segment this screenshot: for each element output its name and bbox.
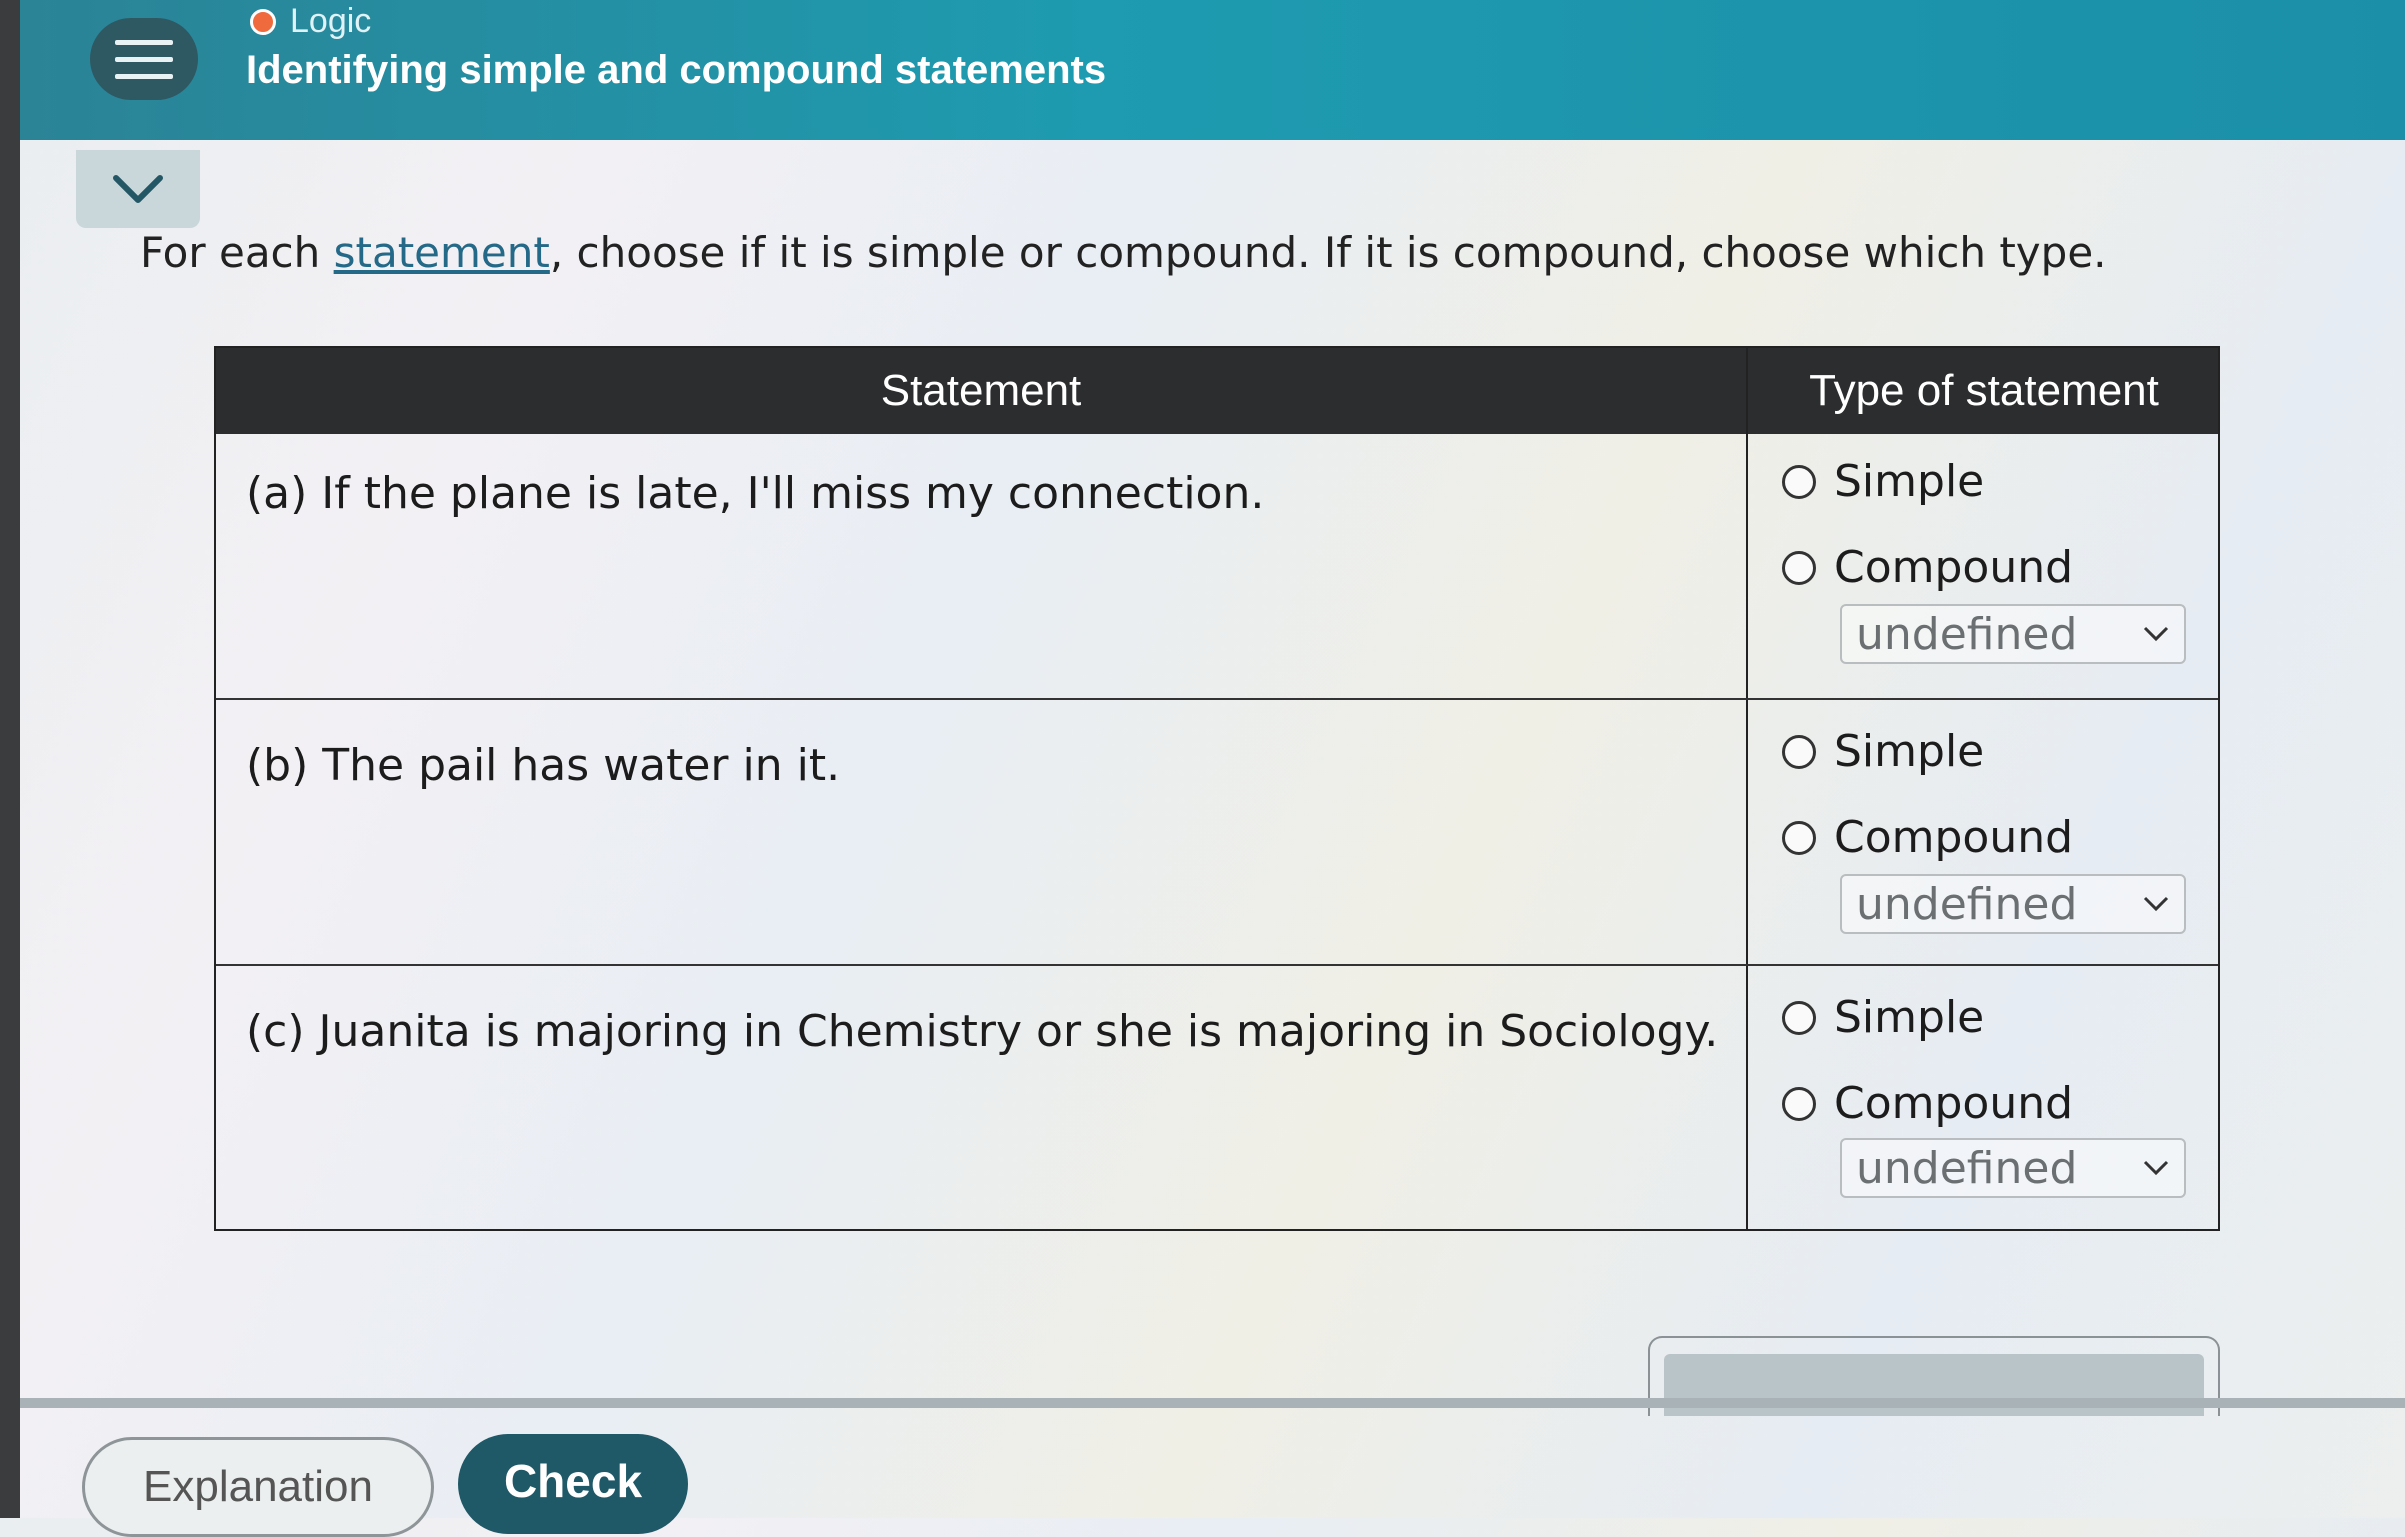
chevron-down-icon <box>2143 896 2169 912</box>
radio-simple-a[interactable] <box>1782 464 1816 499</box>
topic-row: Logic <box>250 2 371 41</box>
topic-label: Logic <box>290 2 372 40</box>
footer-divider <box>20 1398 2405 1408</box>
screen-bezel <box>0 0 20 1518</box>
radio-compound-b[interactable] <box>1782 820 1816 855</box>
instruction-text: For each statement, choose if it is simp… <box>140 228 2107 277</box>
table-row: (b) The pail has water in it. Simple Com… <box>216 700 2218 966</box>
option-compound-b[interactable]: Compound <box>1782 812 2073 863</box>
radio-simple-b[interactable] <box>1782 734 1816 769</box>
topic-status-icon <box>250 8 276 35</box>
statement-c: (c) Juanita is majoring in Chemistry or … <box>246 1006 1719 1057</box>
statement-a: (a) If the plane is late, I'll miss my c… <box>246 468 1265 519</box>
top-header: Logic Identifying simple and compound st… <box>20 0 2405 140</box>
compound-type-select-a[interactable]: undefined <box>1840 604 2186 664</box>
option-compound-a[interactable]: Compound <box>1782 542 2073 593</box>
option-simple-c[interactable]: Simple <box>1782 992 1984 1043</box>
compound-type-select-c[interactable]: undefined <box>1840 1138 2186 1198</box>
radio-compound-a[interactable] <box>1782 550 1816 585</box>
table-row: (a) If the plane is late, I'll miss my c… <box>216 434 2218 700</box>
compound-type-select-b[interactable]: undefined <box>1840 874 2186 934</box>
collapse-toggle[interactable] <box>76 150 200 228</box>
question-table: Statement Type of statement (a) If the p… <box>214 346 2220 1231</box>
option-compound-c[interactable]: Compound <box>1782 1078 2073 1129</box>
explanation-button[interactable]: Explanation <box>82 1437 434 1537</box>
page-title: Identifying simple and compound statemen… <box>246 48 1107 92</box>
statement-link[interactable]: statement <box>334 228 550 277</box>
hamburger-icon <box>115 39 173 45</box>
chevron-down-icon <box>2143 626 2169 642</box>
chevron-down-icon <box>2143 1160 2169 1176</box>
option-simple-a[interactable]: Simple <box>1782 456 1984 507</box>
chevron-down-icon <box>113 175 163 203</box>
radio-simple-c[interactable] <box>1782 1000 1816 1035</box>
option-simple-b[interactable]: Simple <box>1782 726 1984 777</box>
header-statement: Statement <box>880 366 1082 415</box>
radio-compound-c[interactable] <box>1782 1086 1816 1121</box>
statement-b: (b) The pail has water in it. <box>246 740 841 791</box>
table-header: Statement Type of statement <box>216 348 2218 434</box>
table-row: (c) Juanita is majoring in Chemistry or … <box>216 966 2218 1231</box>
header-type: Type of statement <box>1809 366 2159 415</box>
check-button[interactable]: Check <box>458 1434 688 1534</box>
menu-button[interactable] <box>90 18 198 100</box>
